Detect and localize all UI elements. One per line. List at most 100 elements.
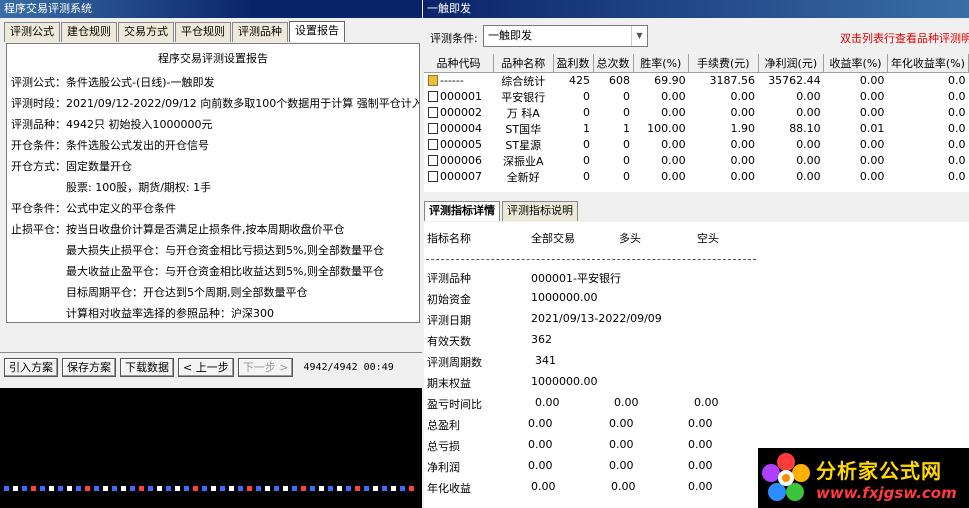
col-header[interactable]: 盈利数 [553,54,594,73]
stat-all: 0.00 [528,438,553,451]
cell-profit: 0.00 [796,170,821,183]
report-line: 止损平仓：按当日收盘价计算是否满足止损条件,按本周期收盘价平仓 [11,223,345,236]
col-header[interactable]: 净利润(元) [758,54,825,73]
prev-step-button[interactable]: < 上一步 [178,358,234,377]
checkbox-icon[interactable] [428,123,438,134]
chart-bar [184,486,189,491]
stat-label: 盈亏时间比 [427,398,482,411]
chart-bar [85,486,90,491]
stat-long: 0.00 [609,438,634,451]
table-row[interactable]: 000005 ST星源 0 0 0.00 0.00 0.00 0.00 0.0 [424,137,969,153]
detail-col-short: 空头 [697,232,719,245]
cell-fee: 0.00 [730,170,756,183]
checkbox-icon[interactable] [428,171,438,182]
detail-col-long: 多头 [619,232,641,245]
cell-profit: 0.00 [796,154,821,167]
download-data-button[interactable]: 下载数据 [120,358,174,377]
chart-bar [193,486,198,491]
cell-profit: 88.10 [789,122,821,135]
report-line: 计算相对收益率选择的参照品种：沪深300 [66,307,274,320]
cell-total: 1 [623,122,631,135]
chart-bar [373,486,378,491]
col-header[interactable]: 品种名称 [493,54,554,73]
cell-code: 000007 [424,169,494,185]
report-line: 开仓条件：条件选股公式发出的开仓信号 [11,139,209,152]
chart-bar [337,486,342,491]
next-step-button[interactable]: 下一步 > [237,358,294,377]
cell-total: 0 [623,90,631,103]
chart-bar [58,486,63,491]
stat-all: 0.00 [528,459,553,472]
cell-total: 608 [609,74,631,87]
col-header[interactable]: 收益率(%) [823,54,888,73]
table-row[interactable]: 000001 平安银行 0 0 0.00 0.00 0.00 0.00 0.0 [424,89,969,105]
cell-win: 1 [583,122,591,135]
row-code: 000007 [440,170,482,183]
table-row[interactable]: 000007 全新好 0 0 0.00 0.00 0.00 0.00 0.0 [424,169,969,185]
tab-instruments[interactable]: 评测品种 [232,22,288,42]
hint-text: 双击列表行查看品种评测明细 [840,32,969,45]
info-value: 2021/09/13-2022/09/09 [531,312,662,325]
col-header[interactable]: 胜率(%) [633,54,690,73]
col-header[interactable]: 总次数 [593,54,634,73]
cell-fee: 0.00 [730,90,756,103]
checkbox-icon[interactable] [428,155,438,166]
chart-bar [130,486,135,491]
info-label: 评测周期数 [427,356,482,369]
report-title: 程序交易评测设置报告 [158,52,268,65]
import-scheme-button[interactable]: 引入方案 [4,358,58,377]
chart-bar [364,486,369,491]
col-header[interactable]: 手续费(元) [688,54,759,73]
tab-trade-mode[interactable]: 交易方式 [118,22,174,42]
left-tab-bar: 评测公式 建仓规则 交易方式 平仓规则 评测品种 设置报告 [4,21,346,42]
tab-close-rules[interactable]: 平仓规则 [175,22,231,42]
chart-bar [400,486,405,491]
tab-metric-description[interactable]: 评测指标说明 [502,201,578,221]
stat-label: 总盈利 [427,419,460,432]
chart-bar [13,486,18,491]
chevron-down-icon[interactable]: ▼ [631,26,647,46]
chart-bar [22,486,27,491]
save-scheme-button[interactable]: 保存方案 [62,358,116,377]
info-value: 1000000.00 [531,375,598,388]
col-header[interactable]: 品种代码 [424,54,495,73]
cell-total: 0 [623,106,631,119]
info-label: 评测品种 [427,272,471,285]
cell-ret: 0.00 [859,106,885,119]
results-table[interactable]: 品种代码 品种名称 盈利数 总次数 胜率(%) 手续费(元) 净利润(元) 收益… [424,54,969,192]
table-row[interactable]: ------ 综合统计 425 608 69.90 3187.56 35762.44 0.00… [424,72,969,89]
cell-fee: 0.00 [730,138,756,151]
info-value: 000001-平安银行 [531,272,621,285]
table-row[interactable]: 000002 万 科A 0 0 0.00 0.00 0.00 0.00 0.0 [424,105,969,121]
chart-bar [148,486,153,491]
chart-bar [283,486,288,491]
checkbox-icon[interactable] [428,107,438,118]
condition-select[interactable]: 一触即发 ▼ [483,25,648,47]
stat-label: 年化收益 [427,482,471,495]
tab-open-rules[interactable]: 建仓规则 [61,22,117,42]
chart-bar [211,486,216,491]
checkbox-icon[interactable] [428,91,438,102]
cell-profit: 35762.44 [768,74,821,87]
cell-code: 000004 [424,121,494,137]
stat-short: 0.00 [688,438,713,451]
checkbox-icon[interactable] [428,139,438,150]
col-header[interactable]: 年化收益率(%) [887,54,969,73]
table-row[interactable]: 000004 ST国华 1 1 100.00 1.90 88.10 0.01 0.0 [424,121,969,137]
tab-metric-details[interactable]: 评测指标详情 [424,201,500,221]
folder-icon[interactable] [428,75,438,86]
logo-url: www.fxjgsw.com [816,483,957,502]
chart-bar [328,486,333,491]
cell-total: 0 [623,154,631,167]
stat-long: 0.00 [614,396,639,409]
tab-settings-report[interactable]: 设置报告 [289,21,345,42]
cell-name: 综合统计 [501,74,546,88]
detail-tab-bar: 评测指标详情 评测指标说明 [424,201,580,221]
stat-long: 0.00 [611,480,636,493]
tab-formula[interactable]: 评测公式 [4,22,60,42]
cell-ret: 0.00 [859,74,885,87]
chart-bar [175,486,180,491]
table-row[interactable]: 000006 深振业A 0 0 0.00 0.00 0.00 0.00 0.0 [424,153,969,169]
cell-rate: 0.00 [661,90,686,103]
chart-bar [382,486,387,491]
